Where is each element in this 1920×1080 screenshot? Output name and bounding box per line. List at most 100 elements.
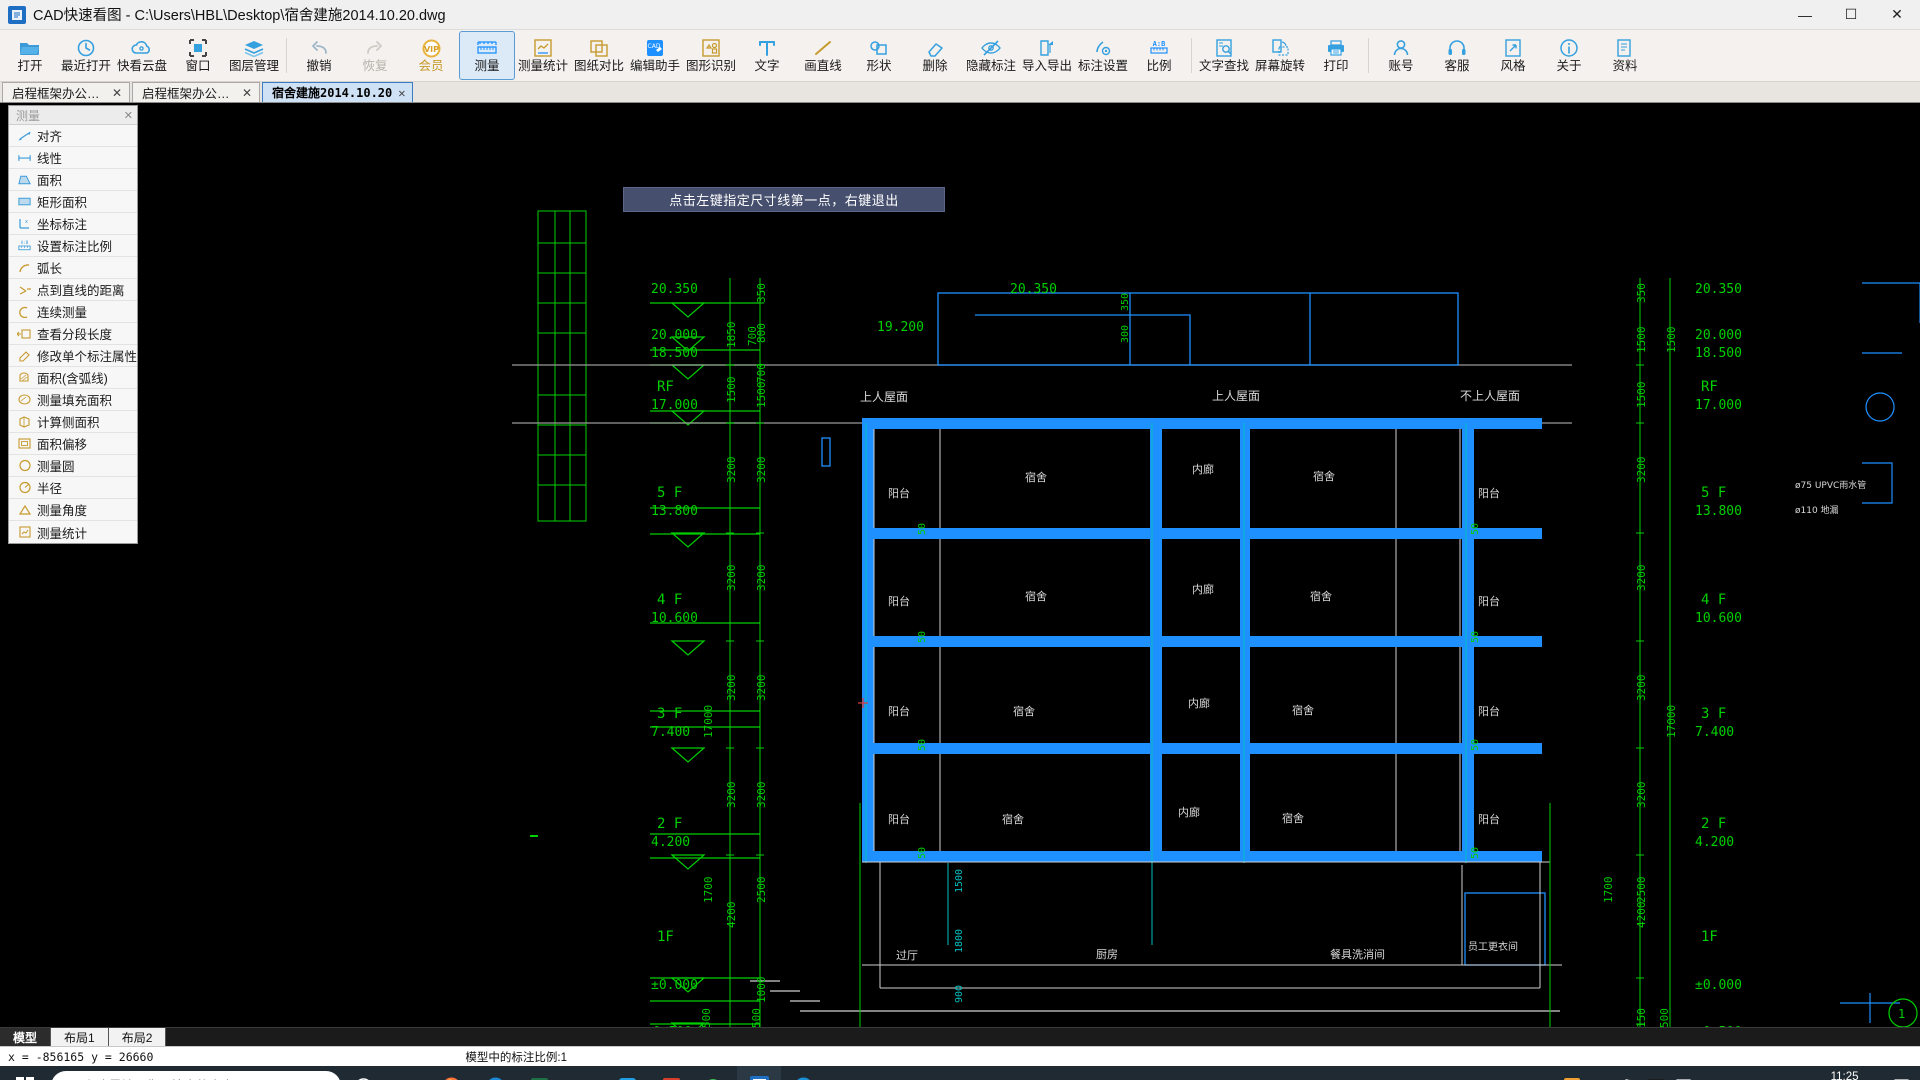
tray-volume[interactable] — [1727, 1066, 1756, 1080]
tray-wechat[interactable] — [1586, 1066, 1614, 1080]
close-button[interactable]: ✕ — [1874, 0, 1920, 29]
room-label: 宿舍 — [1282, 811, 1304, 825]
document-tab-2[interactable]: 启程框架办公楼结构… ✕ — [132, 82, 260, 102]
toolbar-button-hide-annotation[interactable]: 隐藏标注 — [963, 31, 1019, 80]
ime-pinyin-button[interactable]: 拼 — [1781, 1066, 1806, 1080]
area-measure-icon — [17, 172, 32, 187]
show-hidden-icons-button[interactable] — [1534, 1066, 1558, 1080]
toolbar-button-line[interactable]: 画直线 — [795, 31, 851, 80]
measure-item-area-with-arc[interactable]: 面积(含弧线) — [9, 367, 137, 389]
taskbar-tim[interactable] — [605, 1066, 649, 1080]
toolbar-button-compare[interactable]: 图纸对比 — [571, 31, 627, 80]
minimize-button[interactable]: — — [1782, 0, 1828, 29]
document-tab-3-active[interactable]: 宿舍建施2014.10.20 ✕ — [262, 82, 414, 102]
measure-item-statistics[interactable]: 测量统计 — [9, 521, 137, 543]
toolbar-button-print[interactable]: 打印 — [1308, 31, 1364, 80]
measure-item-hatch-area[interactable]: 测量填充面积 — [9, 389, 137, 411]
taskbar-cad-viewer[interactable] — [737, 1066, 781, 1080]
layout-tab-layout1[interactable]: 布局1 — [51, 1028, 109, 1046]
svg-text:x: x — [25, 219, 28, 225]
notification-center-button[interactable]: 1 — [1884, 1066, 1918, 1080]
toolbar-button-library[interactable]: 资料 — [1597, 31, 1653, 80]
toolbar-button-measure[interactable]: 测量 — [459, 31, 515, 80]
toolbar-button-screen-rotate[interactable]: 屏幕旋转 — [1252, 31, 1308, 80]
measure-item-rect-area[interactable]: 矩形面积 — [9, 191, 137, 213]
taskbar-search-box[interactable] — [51, 1071, 341, 1080]
toolbar-button-import-export[interactable]: 导入导出 — [1019, 31, 1075, 80]
measure-item-annotation-scale[interactable]: A:B 设置标注比例 — [9, 235, 137, 257]
taskbar-file-explorer[interactable] — [561, 1066, 605, 1080]
toolbar-button-recent[interactable]: 最近打开 — [58, 31, 114, 80]
taskbar-excel[interactable] — [517, 1066, 561, 1080]
taskbar-wechat[interactable] — [693, 1066, 737, 1080]
taskbar-task-view[interactable] — [385, 1066, 429, 1080]
measure-item-edit-annotation[interactable]: 修改单个标注属性 — [9, 345, 137, 367]
close-icon[interactable]: ✕ — [124, 109, 133, 122]
elevation-label: 2 F — [1701, 816, 1726, 832]
measure-tool-panel[interactable]: 测量 ✕ 对齐 线性 面积 矩形面积 x 坐标标注 A:B 设置标注比例 弧长 … — [8, 105, 138, 544]
layout-tab-layout2[interactable]: 布局2 — [108, 1028, 167, 1046]
toolbar-button-text[interactable]: 文字 — [739, 31, 795, 80]
toolbar-button-layers[interactable]: 图层管理 — [226, 31, 282, 80]
measure-item-circle[interactable]: 测量圆 — [9, 455, 137, 477]
measure-item-area[interactable]: 面积 — [9, 169, 137, 191]
tray-display[interactable] — [1670, 1066, 1698, 1080]
close-icon[interactable]: ✕ — [242, 86, 252, 100]
toolbar-button-window[interactable]: 窗口 — [170, 31, 226, 80]
measure-item-angle[interactable]: 测量角度 — [9, 499, 137, 521]
weather-widget[interactable]: 23°C 雾 — [1448, 1066, 1534, 1080]
toolbar-button-measure-stats[interactable]: 测量统计 — [515, 31, 571, 80]
toolbar-button-about[interactable]: 关于 — [1541, 31, 1597, 80]
toolbar-button-text-search[interactable]: 文字查找 — [1196, 31, 1252, 80]
ime-mode-button[interactable]: 中 — [1756, 1066, 1781, 1080]
measure-item-arc-length[interactable]: 弧长 — [9, 257, 137, 279]
close-icon[interactable]: ✕ — [398, 86, 405, 100]
toolbar-button-open[interactable]: 打开 — [2, 31, 58, 80]
measure-item-segment-length[interactable]: 查看分段长度 — [9, 323, 137, 345]
measure-item-radius[interactable]: 半径 — [9, 477, 137, 499]
cad-drawing[interactable]: 20.350 20.000 18.500 RF 17.000 5 F 13.80… — [0, 103, 1920, 1027]
toolbar-button-style[interactable]: 风格 — [1485, 31, 1541, 80]
toolbar-button-account[interactable]: 账号 — [1373, 31, 1429, 80]
tray-network[interactable] — [1698, 1066, 1727, 1080]
tray-nvidia[interactable] — [1641, 1066, 1670, 1080]
toolbar-button-shape[interactable]: 形状 — [851, 31, 907, 80]
toolbar-button-undo[interactable]: 撤销 — [291, 31, 347, 80]
windows-taskbar: W 23°C 雾 — [0, 1066, 1920, 1080]
tray-cad[interactable] — [1558, 1066, 1586, 1080]
close-icon[interactable]: ✕ — [112, 86, 122, 100]
toolbar-button-annotation-settings[interactable]: 标注设置 — [1075, 31, 1131, 80]
toolbar-button-scale[interactable]: A:B 比例 — [1131, 31, 1187, 80]
drawing-canvas[interactable]: 20.350 20.000 18.500 RF 17.000 5 F 13.80… — [0, 103, 1920, 1027]
measure-item-align[interactable]: 对齐 — [9, 125, 137, 147]
maximize-button[interactable]: ☐ — [1828, 0, 1874, 29]
measure-item-side-area[interactable]: 计算侧面积 — [9, 411, 137, 433]
toolbar-button-delete[interactable]: 删除 — [907, 31, 963, 80]
toolbar-button-vip[interactable]: VIP 会员 — [403, 31, 459, 80]
annotation-scale-status: 模型中的标注比例:1 — [465, 1051, 567, 1064]
toolbar-button-edit-assistant[interactable]: CAD 编辑助手 — [627, 31, 683, 80]
document-tab-1[interactable]: 启程框架办公楼建筑… ✕ — [2, 82, 130, 102]
tray-security[interactable] — [1614, 1066, 1641, 1080]
layout-tab-model[interactable]: 模型 — [0, 1028, 52, 1046]
taskbar-clock[interactable]: 11:25 2022-04-27 — [1805, 1066, 1884, 1080]
toolbar-button-shape-recognition[interactable]: 图形识别 — [683, 31, 739, 80]
taskbar-cortana[interactable] — [341, 1066, 385, 1080]
measure-item-linear[interactable]: 线性 — [9, 147, 137, 169]
style-theme-icon — [1502, 37, 1524, 59]
measure-item-continuous[interactable]: 连续测量 — [9, 301, 137, 323]
toolbar-button-cloud[interactable]: 快看云盘 — [114, 31, 170, 80]
taskbar-wps[interactable]: W — [649, 1066, 693, 1080]
measure-item-area-offset[interactable]: 面积偏移 — [9, 433, 137, 455]
toolbar-button-support[interactable]: 客服 — [1429, 31, 1485, 80]
measure-item-label: 面积偏移 — [37, 438, 88, 452]
taskbar-edge[interactable] — [473, 1066, 517, 1080]
taskbar-firefox[interactable] — [429, 1066, 473, 1080]
taskbar-blue-app[interactable] — [781, 1066, 825, 1080]
arc-length-icon — [17, 260, 32, 275]
toolbar-button-redo[interactable]: 恢复 — [347, 31, 403, 80]
start-button[interactable] — [2, 1066, 48, 1080]
elevation-label: 13.800 — [1695, 504, 1742, 519]
measure-item-point-to-line[interactable]: 点到直线的距离 — [9, 279, 137, 301]
measure-item-coordinate[interactable]: x 坐标标注 — [9, 213, 137, 235]
